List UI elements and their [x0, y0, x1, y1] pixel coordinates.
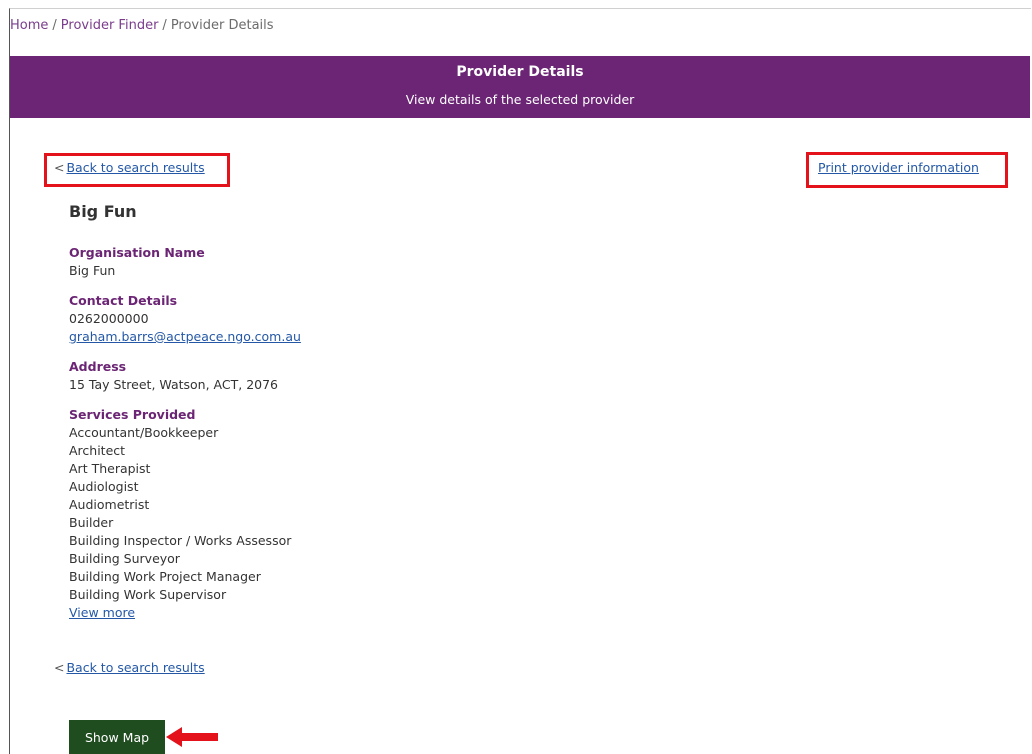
page-title: Provider Details — [456, 64, 584, 80]
services-label: Services Provided — [69, 407, 196, 422]
page-banner: Provider Details View details of the sel… — [10, 56, 1030, 118]
service-item: Building Inspector / Works Assessor — [69, 533, 292, 548]
service-item: Audiometrist — [69, 497, 150, 512]
view-more-link[interactable]: View more — [69, 605, 135, 620]
breadcrumb-home[interactable]: Home — [10, 18, 48, 33]
highlight-back-link — [44, 153, 230, 187]
contact-label: Contact Details — [69, 293, 178, 308]
service-item: Architect — [69, 443, 126, 458]
breadcrumb-current: Provider Details — [170, 18, 274, 33]
service-item: Building Work Project Manager — [69, 569, 261, 584]
service-item: Accountant/Bookkeeper — [69, 425, 219, 440]
organisation-section: Organisation Name Big Fun — [69, 244, 301, 280]
page-subtitle: View details of the selected provider — [405, 92, 635, 107]
service-item: Building Work Supervisor — [69, 587, 227, 602]
address-section: Address 15 Tay Street, Watson, ACT, 2076 — [69, 358, 301, 394]
breadcrumb-separator: / — [52, 18, 57, 33]
breadcrumb: Home / Provider Finder / Provider Details — [10, 18, 274, 33]
services-section: Services Provided Accountant/Bookkeeper … — [69, 406, 301, 622]
contact-phone: 0262000000 — [69, 311, 149, 326]
highlight-print-link — [806, 152, 1008, 188]
back-to-results-bottom: < Back to search results — [54, 660, 205, 675]
provider-details: Organisation Name Big Fun Contact Detail… — [69, 244, 301, 634]
breadcrumb-provider-finder[interactable]: Provider Finder — [61, 18, 159, 33]
organisation-label: Organisation Name — [69, 245, 205, 260]
contact-section: Contact Details 0262000000 graham.barrs@… — [69, 292, 301, 346]
address-label: Address — [69, 359, 127, 374]
service-item: Building Surveyor — [69, 551, 180, 566]
breadcrumb-separator: / — [162, 18, 167, 33]
organisation-value: Big Fun — [69, 263, 116, 278]
service-item: Art Therapist — [69, 461, 151, 476]
back-to-results-link[interactable]: Back to search results — [66, 660, 204, 675]
back-chevron: < — [54, 660, 65, 675]
service-item: Builder — [69, 515, 114, 530]
left-arrow-icon — [166, 727, 218, 747]
contact-email-link[interactable]: graham.barrs@actpeace.ngo.com.au — [69, 329, 301, 344]
show-map-button[interactable]: Show Map — [69, 720, 165, 754]
service-item: Audiologist — [69, 479, 139, 494]
provider-name: Big Fun — [69, 202, 137, 221]
address-value: 15 Tay Street, Watson, ACT, 2076 — [69, 377, 279, 392]
